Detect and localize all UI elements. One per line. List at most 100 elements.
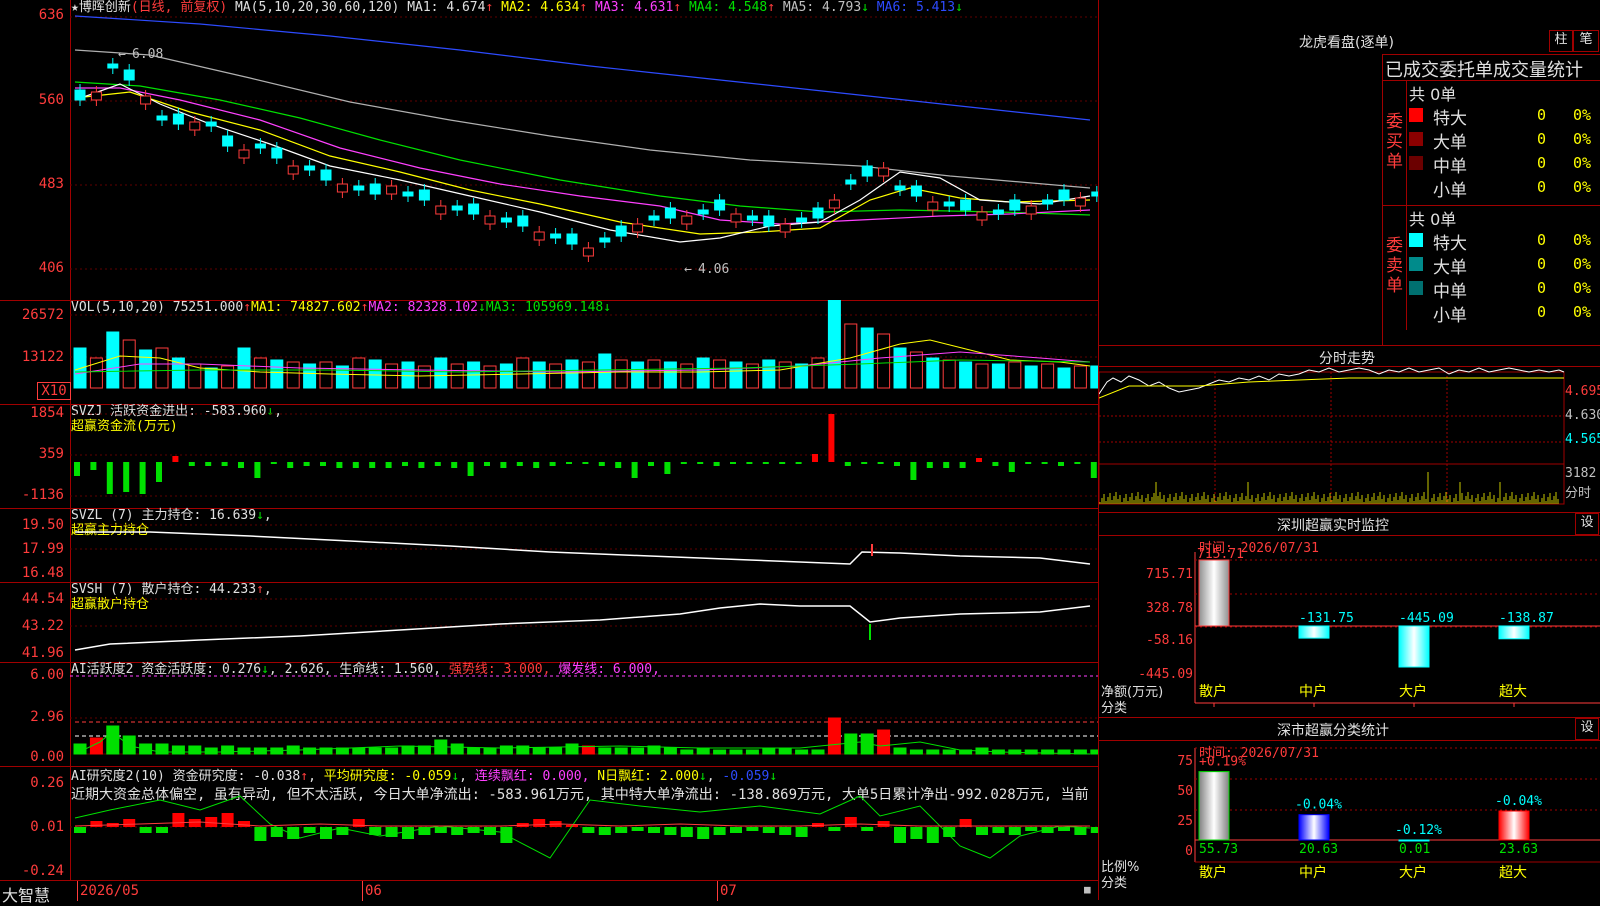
- sz-stats-bar: [1198, 771, 1230, 841]
- fund-flow-bar: [779, 462, 786, 464]
- svzl-panel[interactable]: SVZL (7) 主力持仓: 16.639↓, 超赢主力持仓 19.50 17.9…: [0, 508, 1098, 583]
- svzj-panel[interactable]: SVZJ 活跃资金进出: -583.960↓, 超赢资金流(万元) 1854 35…: [0, 404, 1098, 509]
- volume-bar: [319, 361, 333, 389]
- ma6-line: [74, 15, 1091, 121]
- intraday-ylabel-0: 4.695: [1565, 384, 1600, 399]
- intraday-volume: [1099, 472, 1559, 504]
- low-value: 4.06: [698, 262, 729, 277]
- sell-swatch: [1409, 281, 1423, 295]
- candle-body: [681, 215, 693, 225]
- research-bar: [779, 827, 792, 835]
- candlesticks: [74, 58, 1098, 262]
- activity-bar: [401, 745, 415, 755]
- research-bar: [910, 827, 923, 839]
- candle-body: [632, 223, 644, 233]
- fund-flow-bar: [221, 462, 228, 466]
- vol-panel[interactable]: VOL(5,10,20) 75251.000↑MA1: 74827.602↑MA…: [0, 300, 1098, 405]
- research-bar: [172, 813, 185, 827]
- candle-body: [1091, 191, 1098, 197]
- activity-bar: [352, 747, 366, 755]
- fund-flow-bar: [369, 462, 376, 468]
- svsh-panel[interactable]: SVSH (7) 散户持仓: 44.233↑, 超赢散户持仓 44.54 43.2…: [0, 582, 1098, 663]
- research-bar: [139, 827, 152, 833]
- volume-bar: [352, 357, 366, 389]
- sz-stats-category: 大户: [1399, 864, 1427, 881]
- research-bar: [615, 827, 628, 833]
- fund-flow-bar: [467, 462, 474, 476]
- buy-total: 共 0单: [1409, 85, 1457, 104]
- candle-body: [910, 185, 922, 197]
- volume-bar: [549, 363, 563, 389]
- buy-name: 特大: [1433, 109, 1467, 129]
- volume-bar: [417, 365, 431, 389]
- candle-body: [648, 215, 660, 221]
- tick-mode-button[interactable]: 笔: [1573, 30, 1599, 52]
- volume-bar: [286, 361, 300, 389]
- fund-flow-bars: [74, 414, 1097, 494]
- ai-research-panel[interactable]: AI研究度2(10) 资金研究度: -0.038↑, 平均研究度: -0.059…: [0, 766, 1098, 880]
- research-bar: [123, 819, 136, 827]
- volume-bar: [122, 339, 136, 389]
- fund-flow-bar: [648, 462, 654, 466]
- volume-bar: [270, 359, 284, 389]
- sell-count: 0: [1537, 303, 1547, 321]
- volume-bar: [385, 363, 399, 389]
- sell-name: 中单: [1433, 282, 1467, 302]
- fund-flow-bar: [549, 462, 556, 466]
- sell-total: 共 0单: [1409, 210, 1457, 229]
- candle-body: [369, 183, 381, 195]
- date-label-2: 07: [720, 883, 737, 899]
- sz-monitor-chart: 715.71 散户 -131.75 中户 -445.09 大户 -138.87 超大: [1194, 547, 1600, 707]
- research-bar: [1008, 827, 1021, 835]
- volume-bar: [565, 359, 579, 389]
- research-bar: [631, 827, 644, 831]
- research-bar: [582, 827, 595, 833]
- activity-bar: [73, 743, 87, 755]
- sell-count: 0: [1537, 255, 1547, 273]
- sell-row: 大单 0 0%: [1407, 253, 1600, 278]
- sell-pct: 0%: [1573, 303, 1592, 321]
- research-bar: [664, 827, 677, 835]
- ai-active-panel[interactable]: AI活跃度2 资金活跃度: 0.276↓, 2.626, 生命线: 1.560,…: [0, 662, 1098, 767]
- sz-stats-value: 0.01: [1399, 842, 1430, 857]
- fund-flow-bar: [861, 462, 868, 464]
- dragon-title: 龙虎看盘(逐单): [1299, 35, 1394, 51]
- ma1-line: [74, 83, 1091, 243]
- research-bar: [828, 827, 841, 831]
- fund-flow-bar: [680, 462, 687, 464]
- bar-mode-button[interactable]: 柱: [1549, 30, 1573, 52]
- kline-panel[interactable]: ★博晖创新(日线, 前复权) MA(5,10,20,30,60,120) MA1…: [0, 0, 1098, 301]
- candle-body: [533, 231, 545, 241]
- candle-body: [353, 185, 365, 191]
- candle-body: [90, 91, 102, 101]
- sell-row: 中单 0 0%: [1407, 277, 1600, 302]
- intraday-panel[interactable]: 分时走势 4.695 4.630 4.565 3182 分时: [1099, 346, 1600, 513]
- activity-bar: [762, 747, 776, 755]
- buy-pct: 0%: [1573, 154, 1592, 172]
- fund-flow-bar: [270, 462, 277, 464]
- activity-bar: [532, 747, 546, 755]
- activity-bar: [303, 747, 317, 755]
- activity-bar: [696, 747, 710, 755]
- volume-bar: [860, 327, 874, 389]
- high-value: 6.08: [132, 47, 163, 62]
- research-bar: [894, 827, 906, 843]
- activity-bar: [1024, 749, 1038, 755]
- fund-flow-bar: [762, 462, 769, 464]
- volume-bar: [1057, 367, 1071, 389]
- activity-bar: [680, 749, 694, 755]
- buy-swatch: [1409, 156, 1423, 170]
- candle-body: [812, 207, 824, 219]
- research-bar: [156, 827, 168, 833]
- activity-bar: [483, 747, 497, 755]
- fund-flow-bar: [697, 462, 704, 464]
- sz-monitor-bar: [1398, 625, 1430, 668]
- ma5-line: [74, 49, 1091, 189]
- lock-icon[interactable]: ■: [1084, 883, 1091, 896]
- volume-bar: [499, 363, 513, 389]
- volume-bar: [1073, 365, 1087, 389]
- candle-body: [730, 213, 742, 223]
- volume-bar: [155, 347, 169, 389]
- fund-flow-bar: [238, 462, 244, 468]
- volume-bar: [253, 357, 267, 389]
